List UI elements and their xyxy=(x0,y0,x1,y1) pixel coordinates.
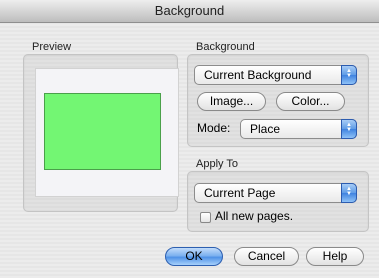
image-button[interactable]: Image... xyxy=(197,92,266,111)
all-new-pages-checkbox[interactable] xyxy=(200,212,211,223)
apply-target-popup[interactable]: Current Page ▲ ▼ xyxy=(194,183,357,203)
background-section-label: Background xyxy=(196,41,255,53)
popup-arrows-icon: ▲ ▼ xyxy=(341,119,357,139)
color-button[interactable]: Color... xyxy=(276,92,345,111)
background-source-value: Current Background xyxy=(204,68,312,82)
apply-target-value: Current Page xyxy=(204,186,276,200)
background-source-popup[interactable]: Current Background ▲ ▼ xyxy=(194,65,357,85)
preview-background-swatch xyxy=(44,93,161,170)
mode-popup[interactable]: Place ▲ ▼ xyxy=(240,119,357,139)
mode-value: Place xyxy=(250,122,281,136)
all-new-pages-label: All new pages. xyxy=(215,209,294,223)
popup-arrows-icon: ▲ ▼ xyxy=(341,65,357,85)
preview-label: Preview xyxy=(32,41,72,53)
popup-arrows-icon: ▲ ▼ xyxy=(341,183,357,203)
cancel-button[interactable]: Cancel xyxy=(234,247,299,266)
apply-to-label: Apply To xyxy=(196,158,238,170)
help-button[interactable]: Help xyxy=(306,247,364,266)
preview-page xyxy=(35,68,179,197)
ok-button[interactable]: OK xyxy=(165,247,223,266)
window-title: Background xyxy=(0,0,379,23)
mode-label: Mode: xyxy=(197,121,231,135)
